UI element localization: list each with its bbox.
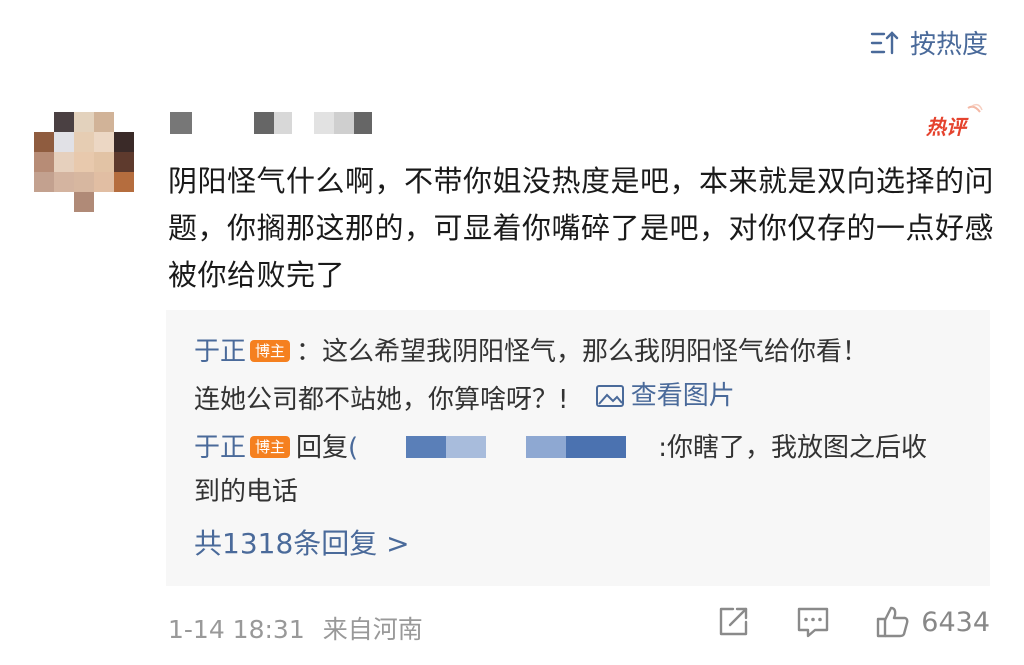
comment-timestamp: 1-14 18:31: [168, 615, 305, 644]
hot-comment-badge: 热评: [925, 103, 983, 139]
reply-paren: (: [348, 433, 359, 463]
reply-1-line-2: 连她公司都不站她，你算啥呀？! 查看图片: [194, 376, 735, 420]
reply-2-line-2: 到的电话: [194, 472, 298, 512]
sort-icon: [870, 30, 899, 54]
comment-text: 阴阳怪气什么啊，不带你姐没热度是吧，本来就是双向选择的问题，你搁那这那的，可显着…: [168, 164, 995, 292]
view-all-replies-link[interactable]: 共1318条回复 >: [194, 524, 410, 564]
sort-toggle[interactable]: 按热度: [870, 24, 988, 61]
replies-panel: 于正 博主 ：这么希望我阴阳怪气，那么我阴阳怪气给你看！ 连她公司都不站她，你算啥呀…: [166, 310, 990, 586]
image-icon: [595, 385, 624, 407]
sort-label: 按热度: [909, 30, 988, 60]
comment-actions: 6434: [715, 604, 990, 640]
like-icon[interactable]: [875, 604, 911, 640]
like-count: 6434: [921, 606, 990, 638]
reply-2-line-1: 于正 博主 回复( :你瞎了，我放图之后收: [194, 428, 927, 468]
reply-2-text-1: :你瞎了，我放图之后收: [658, 433, 927, 463]
comment-location: 来自河南: [322, 615, 423, 644]
reply-word: 回复: [296, 433, 349, 463]
reply-1-text-1: 这么希望我阴阳怪气，那么我阴阳怪气给你看！: [322, 337, 869, 367]
reply-1-user[interactable]: 于正: [194, 337, 246, 367]
replied-username-redacted[interactable]: [358, 436, 658, 458]
view-image-label: 查看图片: [630, 381, 735, 411]
reply-1-line-1: 于正 博主 ：这么希望我阴阳怪气，那么我阴阳怪气给你看！: [194, 332, 868, 372]
share-icon[interactable]: [715, 604, 751, 640]
username-redacted[interactable]: [170, 112, 380, 134]
reply-2-user[interactable]: 于正: [194, 433, 246, 463]
blogger-tag: 博主: [250, 340, 291, 362]
view-image-link[interactable]: 查看图片: [595, 376, 735, 416]
blogger-tag: 博主: [250, 436, 291, 458]
hot-badge-text: 热评: [925, 115, 969, 139]
avatar[interactable]: [34, 112, 134, 214]
comment-icon[interactable]: [795, 604, 831, 640]
reply-1-separator: ：: [296, 337, 323, 367]
comment-meta: 1-14 18:31 来自河南: [168, 610, 423, 646]
reply-2-text-2: 到的电话: [194, 477, 299, 507]
reply-1-text-2: 连她公司都不站她，你算啥呀？!: [194, 385, 569, 415]
